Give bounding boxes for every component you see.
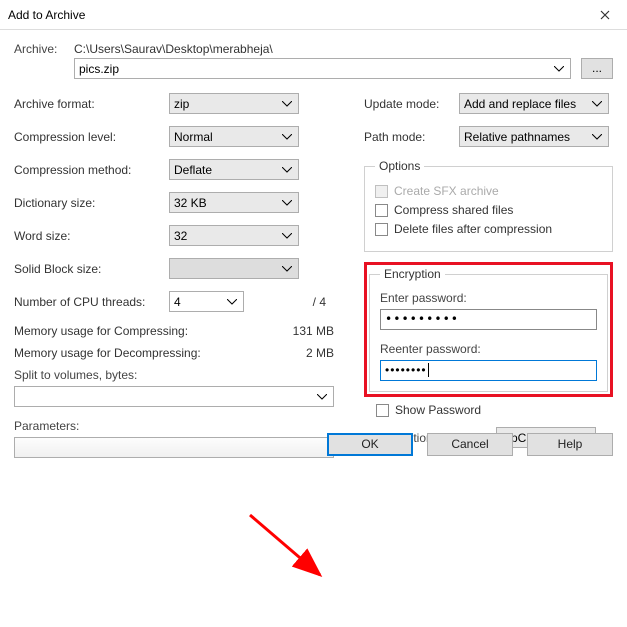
help-button[interactable]: Help	[527, 433, 613, 456]
pathmode-select[interactable]: Relative pathnames	[459, 126, 609, 147]
splitvolumes-combo[interactable]	[14, 386, 334, 407]
archive-path: C:\Users\Saurav\Desktop\merabheja\	[74, 42, 613, 56]
browse-button[interactable]: ...	[581, 58, 613, 79]
splitvolumes-label: Split to volumes, bytes:	[14, 368, 334, 382]
titlebar: Add to Archive	[0, 0, 627, 30]
wordsize-select[interactable]: 32	[169, 225, 299, 246]
memdecompress-label: Memory usage for Decompressing:	[14, 346, 201, 360]
wordsize-label: Word size:	[14, 229, 169, 243]
dictsize-label: Dictionary size:	[14, 196, 169, 210]
options-legend: Options	[375, 159, 424, 173]
pathmode-label: Path mode:	[364, 130, 459, 144]
solidblock-select[interactable]	[169, 258, 299, 279]
cancel-button[interactable]: Cancel	[427, 433, 513, 456]
parameters-input[interactable]	[14, 437, 334, 458]
dictsize-select[interactable]: 32 KB	[169, 192, 299, 213]
format-label: Archive format:	[14, 97, 169, 111]
compmethod-select[interactable]: Deflate	[169, 159, 299, 180]
memdecompress-value: 2 MB	[306, 346, 334, 360]
compmethod-label: Compression method:	[14, 163, 169, 177]
reenterpw-input[interactable]: ••••••••	[380, 360, 597, 381]
showpw-label: Show Password	[395, 403, 481, 417]
complevel-select[interactable]: Normal	[169, 126, 299, 147]
solidblock-label: Solid Block size:	[14, 262, 169, 276]
window-title: Add to Archive	[8, 8, 85, 22]
annotation-arrow-icon	[240, 510, 340, 590]
deleteafter-label: Delete files after compression	[394, 222, 552, 236]
shared-label: Compress shared files	[394, 203, 513, 217]
complevel-label: Compression level:	[14, 130, 169, 144]
deleteafter-checkbox[interactable]	[375, 223, 388, 236]
cputhreads-label: Number of CPU threads:	[14, 295, 169, 309]
enterpw-label: Enter password:	[380, 291, 597, 305]
encryption-highlight: Encryption Enter password: ••••••••• Ree…	[364, 262, 613, 397]
shared-checkbox[interactable]	[375, 204, 388, 217]
enterpw-input[interactable]: •••••••••	[380, 309, 597, 330]
archive-filename-combo[interactable]: pics.zip	[74, 58, 571, 79]
reenterpw-label: Reenter password:	[380, 342, 597, 356]
showpw-checkbox[interactable]	[376, 404, 389, 417]
archive-label: Archive:	[14, 42, 74, 56]
sfx-label: Create SFX archive	[394, 184, 499, 198]
sfx-checkbox	[375, 185, 388, 198]
cputhreads-max: / 4	[313, 295, 326, 309]
updatemode-label: Update mode:	[364, 97, 459, 111]
encryption-legend: Encryption	[380, 267, 445, 281]
parameters-label: Parameters:	[14, 419, 334, 433]
cputhreads-select[interactable]: 4	[169, 291, 244, 312]
format-select[interactable]: zip	[169, 93, 299, 114]
ok-button[interactable]: OK	[327, 433, 413, 456]
memcompress-value: 131 MB	[293, 324, 334, 338]
close-button[interactable]	[582, 0, 627, 29]
encryption-fieldset: Encryption Enter password: ••••••••• Ree…	[369, 267, 608, 392]
updatemode-select[interactable]: Add and replace files	[459, 93, 609, 114]
memcompress-label: Memory usage for Compressing:	[14, 324, 188, 338]
options-fieldset: Options Create SFX archive Compress shar…	[364, 159, 613, 252]
